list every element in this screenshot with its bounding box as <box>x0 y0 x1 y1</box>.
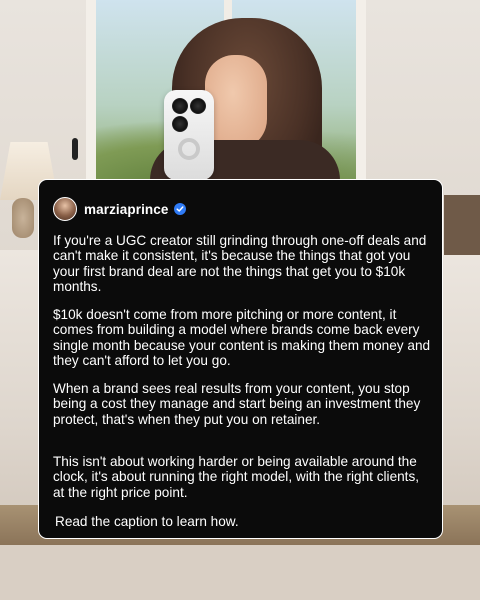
window-handle <box>72 138 78 160</box>
post-paragraph-2: $10k doesn't come from more pitching or … <box>53 307 431 369</box>
person-face <box>205 55 267 150</box>
headboard-edge <box>444 195 480 255</box>
caption-cta: Read the caption to learn how. <box>55 514 239 529</box>
camera-lens-icon <box>172 116 188 132</box>
post-card: marziaprince If you're a UGC creator sti… <box>38 179 443 539</box>
lamp-base <box>12 198 34 238</box>
post-paragraph-3: When a brand sees real results from your… <box>53 381 421 427</box>
username[interactable]: marziaprince <box>84 202 169 217</box>
post-paragraph-4: This isn't about working harder or being… <box>53 454 420 500</box>
avatar[interactable] <box>53 197 77 221</box>
floor <box>0 545 480 600</box>
camera-lens-icon <box>190 98 206 114</box>
verified-check-icon <box>173 203 186 215</box>
post-paragraph-1: If you're a UGC creator still grinding t… <box>53 233 427 295</box>
phone-grip-ring <box>178 138 200 160</box>
post-header: marziaprince <box>53 197 186 221</box>
camera-lens-icon <box>172 98 188 114</box>
phone <box>164 90 214 180</box>
